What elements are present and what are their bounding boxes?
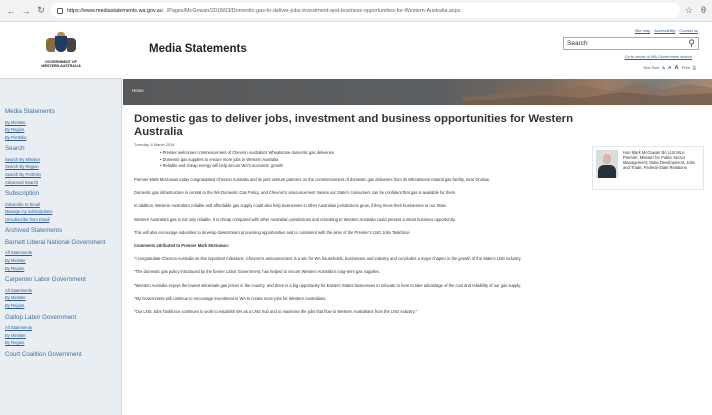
- sidebar-link[interactable]: By Minister: [5, 294, 118, 302]
- breadcrumb-home-link[interactable]: Home: [132, 88, 144, 93]
- article-paragraph: This will also encourage industries to d…: [134, 229, 411, 235]
- print-icon[interactable]: ⎙: [693, 65, 696, 70]
- bookmark-star-icon[interactable]: ☆: [685, 5, 693, 16]
- browser-toolbar: ← → ↻ https://www.mediastatements.wa.gov…: [0, 0, 712, 22]
- breadcrumb-banner: Home: [123, 79, 712, 105]
- highlight-bullet: • Premier welcomes commencement of Chevr…: [160, 150, 335, 156]
- accessibility-link[interactable]: Accessibility: [654, 28, 675, 33]
- article-paragraph: "Our LNG Jobs Taskforce continues to wor…: [134, 309, 418, 314]
- sidebar-heading[interactable]: Barnett Liberal National Government: [5, 239, 118, 247]
- sidebar-link[interactable]: Subscribe to Email: [5, 201, 118, 209]
- sidebar-link[interactable]: Search By Minister: [5, 156, 118, 164]
- sidebar-link[interactable]: By Minister: [5, 257, 118, 265]
- article-date: Tuesday, 6 March 2018: [134, 142, 175, 148]
- highlight-bullet: • Domestic gas supplies to ensure more j…: [160, 156, 279, 162]
- sidebar-link[interactable]: By Region: [5, 339, 118, 347]
- sidebar-nav: Media Statements By Minister By Region By P…: [0, 104, 122, 361]
- wa-government-search-link[interactable]: Go to whole of WA Government search: [625, 54, 692, 59]
- sidebar-link[interactable]: All Statements: [5, 324, 118, 332]
- text-size-label: Text Size: [642, 65, 660, 70]
- sidebar-link[interactable]: By Region: [5, 302, 118, 310]
- address-bar[interactable]: https://www.mediastatements.wa.gov.au/Pa…: [51, 3, 680, 18]
- article-paragraph: Comments attributed to Premier Mark McGo…: [134, 242, 230, 248]
- article-paragraph: "I congratulate Chevron Australia on thi…: [134, 256, 522, 262]
- sidebar-link[interactable]: Search By Region: [5, 163, 118, 171]
- search-icon[interactable]: ⚲: [688, 39, 695, 48]
- article-paragraph: Premier Mark McGowan today congratulated…: [134, 176, 490, 182]
- sidebar-link[interactable]: By Portfolio: [5, 134, 118, 142]
- reload-icon[interactable]: ↻: [36, 5, 46, 16]
- article-paragraph: "The domestic gas policy introduced by t…: [134, 269, 380, 275]
- crest-caption: GOVERNMENT OF WESTERN AUSTRALIA: [41, 60, 81, 68]
- sidebar-link[interactable]: By Minister: [5, 119, 118, 127]
- government-crest-logo[interactable]: GOVERNMENT OF WESTERN AUSTRALIA: [0, 22, 122, 79]
- site-map-link[interactable]: Site map: [635, 28, 650, 33]
- text-size-controls: Text Size A A A Print ⎙: [643, 65, 696, 71]
- web-page: GOVERNMENT OF WESTERN AUSTRALIA Media St…: [0, 22, 712, 415]
- sidebar-link[interactable]: All Statements: [5, 287, 118, 295]
- article-paragraph: "My Government will continue to encourag…: [134, 295, 327, 301]
- sidebar-link[interactable]: Manage my subscriptions: [5, 208, 118, 216]
- url-host: https://www.mediastatements.wa.gov.au: [67, 7, 163, 14]
- minister-photo: [596, 150, 618, 178]
- account-icon[interactable]: θ: [701, 5, 706, 16]
- sidebar-heading[interactable]: Court Coalition Government: [5, 351, 118, 359]
- sidebar-heading[interactable]: Gallop Labor Government: [5, 314, 118, 322]
- print-link[interactable]: Print: [682, 65, 690, 70]
- article-body: Premier Mark McGowan today congratulated…: [134, 177, 574, 315]
- site-header: Media Statements Site map Accessibility …: [123, 22, 712, 79]
- contact-us-link[interactable]: Contact us: [679, 28, 698, 33]
- sidebar-link[interactable]: By Region: [5, 126, 118, 134]
- text-size-small[interactable]: A: [662, 65, 665, 70]
- sidebar-link[interactable]: Unsubscribe from Email: [5, 216, 118, 224]
- highlight-bullet: • Reliable and cheap energy will help se…: [160, 163, 283, 169]
- sidebar-heading[interactable]: Carpenter Labor Government: [5, 276, 118, 284]
- text-size-large[interactable]: A: [675, 65, 679, 71]
- left-sidebar: GOVERNMENT OF WESTERN AUSTRALIA Media St…: [0, 22, 122, 415]
- sidebar-heading[interactable]: Archived Statements: [5, 227, 118, 235]
- sidebar-link[interactable]: By Region: [5, 265, 118, 273]
- article-title: Domestic gas to deliver jobs, investment…: [134, 113, 574, 138]
- minister-title: Hon Mark McGowan BA LLB MLA Premier; Min…: [623, 150, 695, 170]
- sidebar-link[interactable]: All Statements: [5, 249, 118, 257]
- lock-icon: [57, 7, 63, 14]
- sidebar-link[interactable]: Search By Portfolio: [5, 171, 118, 179]
- landscape-banner-image: [462, 83, 712, 105]
- url-path: /Pages/McGowan/2018/03/Domestic-gas-to-d…: [166, 7, 461, 14]
- sidebar-heading[interactable]: Subscription: [5, 190, 118, 198]
- text-size-medium[interactable]: A: [668, 66, 671, 71]
- crest-icon: [46, 32, 76, 58]
- utility-links: Site map Accessibility Contact us: [635, 28, 698, 33]
- article-highlights: • Premier welcomes commencement of Chevr…: [160, 150, 574, 170]
- site-title[interactable]: Media Statements: [149, 43, 247, 55]
- sidebar-link[interactable]: Advanced Search: [5, 179, 118, 187]
- back-icon[interactable]: ←: [6, 6, 16, 16]
- minister-card: Hon Mark McGowan BA LLB MLA Premier; Min…: [592, 146, 704, 190]
- sidebar-heading[interactable]: Search: [5, 145, 118, 153]
- article-paragraph: In addition, Western Australia's reliabl…: [134, 203, 448, 209]
- article-paragraph: Domestic gas infrastructure is central t…: [134, 190, 457, 196]
- article-paragraph: Western Australia's gas is not only reli…: [134, 216, 456, 222]
- search-input[interactable]: Search ⚲: [563, 37, 699, 50]
- sidebar-link[interactable]: By Minister: [5, 332, 118, 340]
- forward-icon[interactable]: →: [21, 6, 31, 16]
- sidebar-heading[interactable]: Media Statements: [5, 108, 118, 116]
- media-statement-article: Domestic gas to deliver jobs, investment…: [134, 113, 574, 315]
- article-paragraph: "Western Australia enjoys the lowest who…: [134, 282, 522, 288]
